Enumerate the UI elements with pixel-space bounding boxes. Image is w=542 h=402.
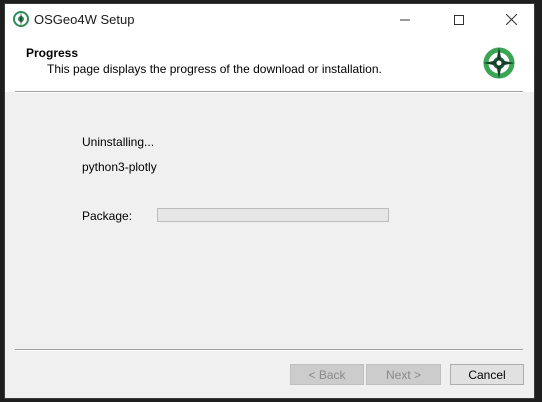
page-header: Progress This page displays the progress… (5, 35, 534, 92)
package-progress-bar (157, 208, 389, 222)
current-item-text: python3-plotly (82, 160, 157, 174)
maximize-icon (454, 14, 464, 25)
page-subtitle: This page displays the progress of the d… (47, 62, 382, 76)
action-status-text: Uninstalling... (82, 135, 155, 149)
back-button[interactable]: < Back (290, 364, 364, 385)
page-title: Progress (26, 46, 79, 60)
close-button[interactable] (488, 4, 534, 35)
minimize-button[interactable] (382, 4, 428, 35)
osgeo-logo-icon (13, 11, 29, 27)
cancel-button[interactable]: Cancel (450, 364, 524, 385)
footer-separator (15, 349, 523, 351)
next-button[interactable]: Next > (366, 364, 441, 385)
setup-window: OSGeo4W Setup Progress This page display… (4, 3, 535, 399)
minimize-icon (400, 19, 410, 20)
close-icon (505, 14, 517, 25)
window-title: OSGeo4W Setup (34, 12, 135, 27)
title-bar[interactable]: OSGeo4W Setup (5, 4, 534, 35)
package-label: Package: (82, 209, 133, 223)
maximize-button[interactable] (436, 4, 482, 35)
header-separator (15, 91, 523, 93)
osgeo-logo-icon (483, 47, 515, 79)
